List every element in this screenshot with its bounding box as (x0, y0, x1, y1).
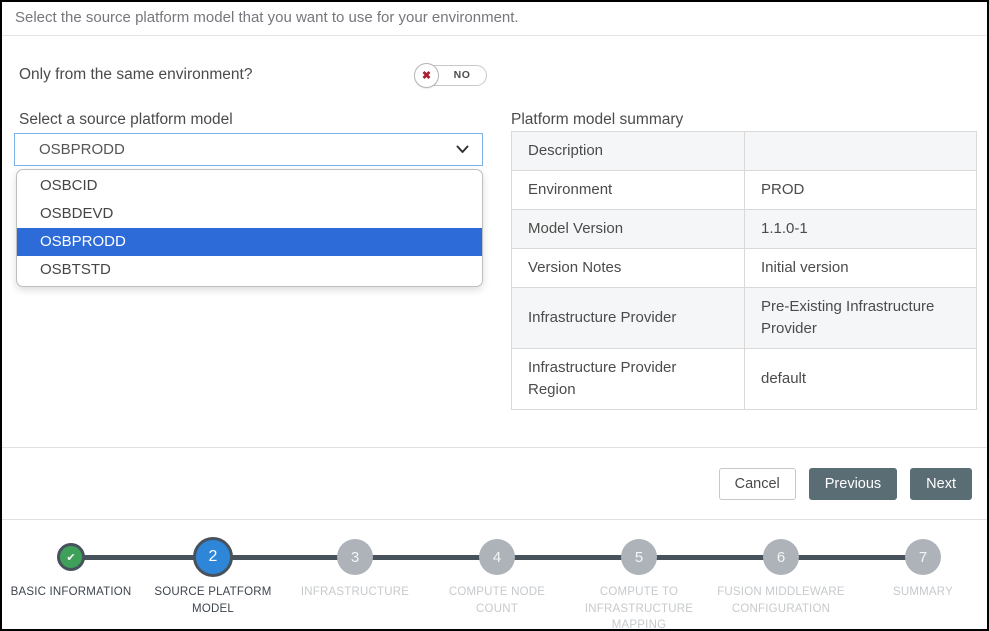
toggle-off-x-icon: ✖ (414, 63, 439, 88)
same-environment-question: Only from the same environment? (19, 66, 252, 84)
table-row: Infrastructure Provider Pre-Existing Inf… (512, 288, 977, 349)
step-2-active-circle[interactable]: 2 (193, 537, 233, 577)
dropdown-option[interactable]: OSBDEVD (17, 200, 482, 228)
step-label: INFRASTRUCTURE (275, 584, 435, 601)
checkmark-icon: ✔ (66, 551, 75, 564)
table-row: Environment PROD (512, 171, 977, 210)
source-model-select-label: Select a source platform model (19, 111, 233, 129)
table-row: Model Version 1.1.0-1 (512, 210, 977, 249)
step-1-completed-circle[interactable]: ✔ (57, 543, 85, 571)
summary-row-value: default (745, 349, 977, 410)
summary-row-value (745, 132, 977, 171)
step-5-circle: 5 (621, 539, 657, 575)
summary-row-label: Infrastructure Provider Region (512, 349, 745, 410)
step-label: SUMMARY (843, 584, 989, 601)
table-row: Infrastructure Provider Region default (512, 349, 977, 410)
dropdown-option[interactable]: OSBCID (17, 172, 482, 200)
summary-row-label: Version Notes (512, 249, 745, 288)
toggle-state-label: NO (440, 66, 484, 85)
wizard-action-bar: Cancel Previous Next (2, 447, 987, 520)
source-model-dropdown: OSBCID OSBDEVD OSBPRODD OSBTSTD (16, 169, 483, 287)
summary-row-value: Initial version (745, 249, 977, 288)
summary-row-label: Model Version (512, 210, 745, 249)
summary-row-label: Environment (512, 171, 745, 210)
step-label: FUSION MIDDLEWARE CONFIGURATION (701, 584, 861, 617)
instruction-text: Select the source platform model that yo… (2, 2, 987, 36)
cancel-button[interactable]: Cancel (719, 468, 796, 500)
step-label: COMPUTE TO INFRASTRUCTURE MAPPING (559, 584, 719, 631)
step-number: 4 (493, 549, 501, 566)
summary-title: Platform model summary (511, 111, 683, 129)
wizard-step-body: Only from the same environment? ✖ NO Sel… (2, 36, 987, 447)
step-number: 6 (777, 549, 785, 566)
step-7-circle: 7 (905, 539, 941, 575)
same-environment-toggle[interactable]: ✖ NO (415, 65, 487, 86)
table-row: Description (512, 132, 977, 171)
step-6-circle: 6 (763, 539, 799, 575)
summary-row-value: PROD (745, 171, 977, 210)
next-button[interactable]: Next (910, 468, 972, 500)
summary-row-value: Pre-Existing Infrastructure Provider (745, 288, 977, 349)
step-4-circle: 4 (479, 539, 515, 575)
step-3-circle: 3 (337, 539, 373, 575)
wizard-panel: Select the source platform model that yo… (0, 0, 989, 631)
dropdown-option-selected[interactable]: OSBPRODD (17, 228, 482, 256)
platform-model-summary-table: Description Environment PROD Model Versi… (511, 131, 977, 410)
step-label: BASIC INFORMATION (0, 584, 151, 601)
step-number: 5 (635, 549, 643, 566)
wizard-progress-stepper: ✔ BASIC INFORMATION 2 SOURCE PLATFORM MO… (2, 520, 987, 629)
step-number: 3 (351, 549, 359, 566)
source-model-selected-value: OSBPRODD (39, 141, 125, 158)
step-label: COMPUTE NODE COUNT (417, 584, 577, 617)
source-model-select[interactable]: OSBPRODD (14, 133, 483, 166)
table-row: Version Notes Initial version (512, 249, 977, 288)
summary-row-value: 1.1.0-1 (745, 210, 977, 249)
summary-row-label: Description (512, 132, 745, 171)
chevron-down-icon (456, 145, 469, 154)
step-label: SOURCE PLATFORM MODEL (133, 584, 293, 617)
previous-button[interactable]: Previous (809, 468, 897, 500)
summary-row-label: Infrastructure Provider (512, 288, 745, 349)
dropdown-option[interactable]: OSBTSTD (17, 256, 482, 284)
step-number: 7 (919, 549, 927, 566)
step-number: 2 (209, 548, 218, 566)
